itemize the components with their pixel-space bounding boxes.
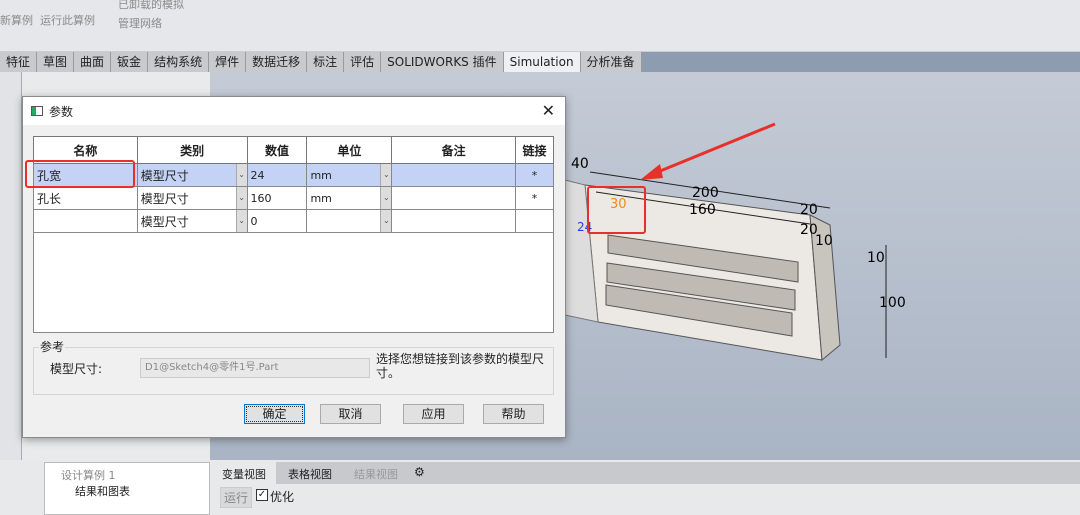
reference-group: 模型尺寸: D1@Sketch4@零件1号.Part 选择您想链接到该参数的模型… (33, 347, 554, 395)
chevron-down-icon[interactable]: ⌄ (235, 164, 247, 186)
settings-icon[interactable]: ⚙ (410, 462, 429, 484)
help-button[interactable]: 帮助 (483, 404, 544, 424)
dialog-app-icon (31, 106, 43, 116)
run-study-button[interactable]: 运行此算例 (40, 12, 95, 28)
unit-select[interactable]: mm ⌄ (306, 186, 393, 210)
parameters-dialog: 参数 ✕ 名称 类别 数值 单位 备注 链接 孔宽 模型尺寸 ⌄ 24 mm ⌄ *… (22, 96, 566, 438)
col-header-unit: 单位 (306, 136, 393, 164)
tab-analysis-prep[interactable]: 分析准备 (580, 52, 642, 72)
table-empty-area (33, 233, 554, 333)
unloaded-sims-button[interactable]: 已卸载的模拟 (118, 0, 184, 12)
dialog-title: 参数 (49, 104, 74, 119)
tab-table-view[interactable]: 表格视图 (278, 462, 342, 484)
col-header-category: 类别 (136, 136, 248, 164)
apply-button[interactable]: 应用 (403, 404, 464, 424)
category-select[interactable]: 模型尺寸 ⌄ (136, 209, 248, 233)
table-row[interactable]: 模型尺寸 ⌄ 0 ⌄ (33, 209, 554, 233)
chevron-down-icon[interactable]: ⌄ (235, 187, 247, 209)
arrow-head (640, 164, 663, 180)
category-select[interactable]: 模型尺寸 ⌄ (136, 186, 248, 210)
tab-markup[interactable]: 标注 (307, 52, 345, 72)
note-cell[interactable] (391, 209, 517, 233)
link-cell: * (515, 186, 554, 210)
tree-item-results[interactable]: 结果和图表 (75, 483, 130, 499)
tab-results-view[interactable]: 结果视图 (344, 462, 408, 484)
name-cell[interactable] (33, 209, 138, 233)
cancel-button[interactable]: 取消 (320, 404, 381, 424)
unit-select[interactable]: ⌄ (306, 209, 393, 233)
new-study-button[interactable]: 新算例 (0, 12, 33, 28)
manage-network-button[interactable]: 管理网络 (118, 15, 162, 31)
design-study-panel: 设计算例 1 结果和图表 变量视图 表格视图 结果视图 ⚙ 运行 ✓ 优化 (0, 460, 1080, 515)
dim-label: 20 (800, 202, 818, 218)
dim-label: 10 (815, 233, 833, 249)
link-cell (515, 209, 554, 233)
command-tabs: 特征 草图 曲面 钣金 结构系统 焊件 数据迁移 标注 评估 SOLIDWORK… (0, 52, 1080, 72)
col-header-value: 数值 (246, 136, 308, 164)
annotation-arrow (647, 122, 776, 178)
tab-sheet-metal[interactable]: 钣金 (111, 52, 149, 72)
tab-data-migration[interactable]: 数据迁移 (246, 52, 308, 72)
col-header-link: 链接 (515, 136, 554, 164)
tab-sketch[interactable]: 草图 (37, 52, 75, 72)
tab-addins[interactable]: SOLIDWORKS 插件 (381, 52, 504, 72)
dialog-titlebar: 参数 (23, 97, 565, 125)
reference-hint: 选择您想链接到该参数的模型尺寸。 (376, 352, 545, 380)
chevron-down-icon[interactable]: ⌄ (380, 164, 392, 186)
dim-label: 24 (577, 220, 592, 234)
col-header-note: 备注 (391, 136, 517, 164)
reference-group-title: 参考 (39, 338, 66, 355)
value-cell[interactable]: 0 (246, 209, 308, 233)
study-tabs: 变量视图 表格视图 结果视图 ⚙ (212, 462, 1080, 484)
tab-weldments[interactable]: 焊件 (209, 52, 247, 72)
dim-label: 30 (610, 197, 627, 212)
ok-button[interactable]: 确定 (244, 404, 305, 424)
dim-label: 40 (571, 156, 589, 172)
tree-item-study[interactable]: 设计算例 1 (61, 467, 116, 483)
highlight-box (25, 160, 135, 188)
ribbon: 新算例 运行此算例 已卸载的模拟 管理网络 (0, 0, 1080, 52)
link-cell: * (515, 163, 554, 187)
study-tree: 设计算例 1 结果和图表 (44, 462, 210, 515)
dim-label: 10 (867, 250, 885, 266)
reference-label: 模型尺寸: (50, 362, 103, 376)
close-icon[interactable]: ✕ (542, 101, 555, 120)
note-cell[interactable] (391, 163, 517, 187)
category-value: 模型尺寸 (140, 191, 189, 206)
name-cell[interactable]: 孔长 (33, 186, 138, 210)
tab-simulation[interactable]: Simulation (503, 52, 581, 72)
dim-label: 200 (692, 185, 719, 201)
category-select[interactable]: 模型尺寸 ⌄ (136, 163, 248, 187)
left-toolbar (0, 72, 22, 460)
reference-input[interactable]: D1@Sketch4@零件1号.Part (140, 358, 370, 378)
tab-surface[interactable]: 曲面 (74, 52, 112, 72)
category-value: 模型尺寸 (140, 214, 189, 229)
tab-evaluate[interactable]: 评估 (344, 52, 382, 72)
tab-features[interactable]: 特征 (0, 52, 38, 72)
category-value: 模型尺寸 (140, 168, 189, 183)
run-button[interactable]: 运行 (220, 487, 253, 508)
dim-label: 160 (689, 202, 716, 218)
tab-structure[interactable]: 结构系统 (148, 52, 210, 72)
optimize-label: 优化 (270, 490, 295, 504)
unit-value: mm (310, 191, 332, 205)
unit-value: mm (310, 168, 332, 182)
note-cell[interactable] (391, 186, 517, 210)
unit-select[interactable]: mm ⌄ (306, 163, 393, 187)
chevron-down-icon[interactable]: ⌄ (380, 210, 392, 232)
tab-variable-view[interactable]: 变量视图 (212, 462, 276, 484)
chevron-down-icon[interactable]: ⌄ (380, 187, 392, 209)
chevron-down-icon[interactable]: ⌄ (235, 210, 247, 232)
value-cell[interactable]: 24 (246, 163, 308, 187)
table-row[interactable]: 孔长 模型尺寸 ⌄ 160 mm ⌄ * (33, 186, 554, 210)
dim-label: 100 (879, 295, 906, 311)
optimize-checkbox[interactable]: ✓ (256, 489, 268, 501)
value-cell[interactable]: 160 (246, 186, 308, 210)
